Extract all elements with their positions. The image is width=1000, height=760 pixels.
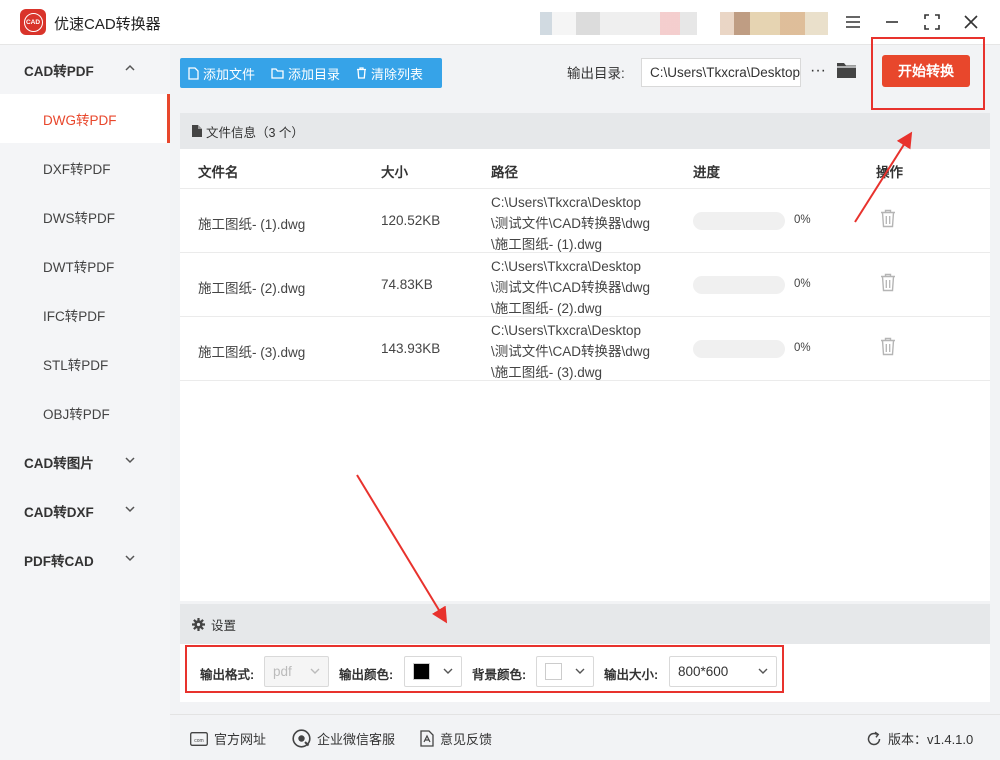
file-name: 施工图纸- (3).dwg (198, 345, 306, 360)
sidebar-item-stl-to-pdf[interactable]: STL转PDF (0, 339, 170, 388)
file-path: C:\Users\Tkxcra\Desktop \测试文件\CAD转换器\dwg… (491, 323, 651, 380)
add-file-button[interactable]: 添加文件 (180, 58, 263, 88)
blurred-user-info (540, 12, 697, 35)
gear-icon (192, 617, 205, 631)
blurred-avatar (720, 12, 828, 35)
file-icon (188, 66, 199, 80)
annotation-highlight-start-button (871, 37, 985, 110)
trash-icon (357, 67, 367, 79)
delete-row-icon[interactable] (880, 273, 896, 295)
chevron-down-icon (125, 457, 135, 464)
title-bar: CAD 优速CAD转换器 (0, 0, 1000, 45)
file-path: C:\Users\Tkxcra\Desktop \测试文件\CAD转换器\dwg… (491, 259, 651, 316)
sidebar-item-dwt-to-pdf[interactable]: DWT转PDF (0, 241, 170, 290)
chevron-down-icon (125, 506, 135, 513)
column-header-path: 路径 (491, 165, 518, 180)
column-header-progress: 进度 (693, 165, 720, 180)
app-logo: CAD (20, 9, 46, 35)
folder-outline-icon (271, 67, 284, 79)
wechat-support-label: 企业微信客服 (317, 732, 396, 747)
feedback-link[interactable]: 意见反馈 (420, 729, 492, 748)
file-size: 74.83KB (381, 277, 433, 292)
sidebar-item-dxf-to-pdf[interactable]: DXF转PDF (0, 143, 170, 192)
svg-text:com: com (194, 738, 203, 744)
minimize-icon[interactable] (878, 8, 906, 36)
sidebar-group-pdf-to-cad[interactable]: PDF转CAD (0, 535, 170, 584)
output-dir-input[interactable]: C:\Users\Tkxcra\Desktop (641, 58, 801, 87)
delete-row-icon[interactable] (880, 209, 896, 231)
chevron-down-icon (125, 555, 135, 562)
add-directory-label: 添加目录 (288, 66, 341, 82)
file-name: 施工图纸- (2).dwg (198, 281, 306, 296)
sidebar-item-dws-to-pdf[interactable]: DWS转PDF (0, 192, 170, 241)
footer: com 官方网址 企业微信客服 意见反馈 版本：v1.4.1.0 (170, 714, 1000, 760)
feedback-icon (420, 730, 434, 747)
progress-percent: 0% (794, 214, 811, 226)
version-info: 版本：v1.4.1.0 (866, 729, 973, 748)
file-actions-group: 添加文件 添加目录 清除列表 (180, 58, 442, 88)
column-header-name: 文件名 (198, 165, 239, 180)
settings-header: 设置 (180, 604, 990, 644)
file-info-title: 文件信息（3 个） (206, 125, 304, 140)
sidebar-group-label: CAD转图片 (24, 455, 94, 471)
add-directory-button[interactable]: 添加目录 (263, 58, 348, 88)
table-header: 文件名 大小 路径 进度 操作 (180, 149, 990, 189)
annotation-highlight-settings (185, 645, 784, 693)
chevron-up-icon (125, 64, 135, 71)
sidebar-group-cad-to-pdf[interactable]: CAD转PDF (0, 45, 170, 94)
sidebar-group-label: CAD转DXF (24, 504, 94, 520)
delete-row-icon[interactable] (880, 337, 896, 359)
menu-icon[interactable] (839, 8, 867, 36)
file-size: 120.52KB (381, 213, 441, 228)
table-row[interactable]: 施工图纸- (2).dwg 74.83KB C:\Users\Tkxcra\Desk… (180, 253, 990, 317)
file-name: 施工图纸- (1).dwg (198, 217, 306, 232)
output-dir-label: 输出目录: (567, 66, 625, 81)
wechat-support-link[interactable]: 企业微信客服 (292, 729, 395, 748)
file-list-panel: 文件信息（3 个） 文件名 大小 路径 进度 操作 施工图纸- (1).dwg 1… (180, 113, 990, 601)
progress-bar (693, 340, 785, 358)
table-row[interactable]: 施工图纸- (3).dwg 143.93KB C:\Users\Tkxcra\Des… (180, 317, 990, 381)
folder-icon[interactable] (836, 61, 857, 82)
sidebar-item-dwg-to-pdf[interactable]: DWG转PDF (0, 94, 170, 143)
app-title: 优速CAD转换器 (54, 16, 161, 33)
clear-list-button[interactable]: 清除列表 (348, 58, 431, 88)
official-website-label: 官方网址 (214, 732, 267, 747)
refresh-icon (867, 731, 881, 745)
column-header-size: 大小 (381, 165, 408, 180)
feedback-label: 意见反馈 (440, 732, 493, 747)
file-size: 143.93KB (381, 341, 441, 356)
version-label: 版本：v1.4.1.0 (888, 732, 974, 747)
progress-percent: 0% (794, 278, 811, 290)
website-icon: com (190, 731, 208, 746)
progress-percent: 0% (794, 342, 811, 354)
sidebar-item-obj-to-pdf[interactable]: OBJ转PDF (0, 388, 170, 437)
clear-list-label: 清除列表 (371, 66, 424, 82)
table-row[interactable]: 施工图纸- (1).dwg 120.52KB C:\Users\Tkxcra\Des… (180, 189, 990, 253)
sidebar-item-ifc-to-pdf[interactable]: IFC转PDF (0, 290, 170, 339)
settings-title: 设置 (211, 618, 237, 633)
more-options-button[interactable]: ··· (808, 59, 828, 83)
progress-bar (693, 276, 785, 294)
maximize-icon[interactable] (918, 8, 946, 36)
app-logo-text: CAD (23, 12, 43, 32)
wechat-icon (292, 729, 311, 748)
document-icon (192, 125, 202, 137)
sidebar-group-label: CAD转PDF (24, 63, 94, 79)
official-website-link[interactable]: com 官方网址 (190, 729, 266, 748)
add-file-label: 添加文件 (203, 66, 256, 82)
sidebar-group-cad-to-dxf[interactable]: CAD转DXF (0, 486, 170, 535)
sidebar: CAD转PDF DWG转PDF DXF转PDF DWS转PDF DWT转PDF … (0, 45, 170, 760)
file-info-header: 文件信息（3 个） (180, 113, 990, 149)
column-header-action: 操作 (876, 165, 903, 180)
sidebar-group-label: PDF转CAD (24, 553, 94, 569)
close-icon[interactable] (957, 8, 985, 36)
file-path: C:\Users\Tkxcra\Desktop \测试文件\CAD转换器\dwg… (491, 195, 651, 252)
sidebar-group-cad-to-image[interactable]: CAD转图片 (0, 437, 170, 486)
progress-bar (693, 212, 785, 230)
